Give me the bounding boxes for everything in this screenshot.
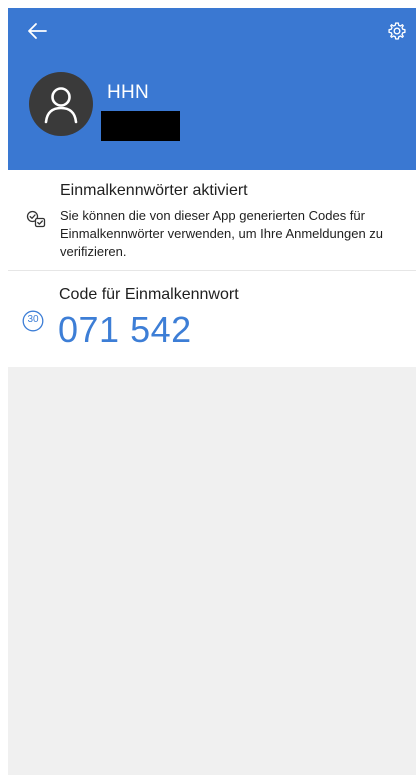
account-detail-screen: HHN Einmalkennwörter aktiviert Sie könne…	[0, 0, 416, 775]
account-username-redacted	[101, 111, 180, 141]
person-icon	[44, 87, 78, 124]
account-header: HHN	[8, 8, 416, 170]
gear-icon	[388, 22, 406, 40]
back-button[interactable]	[22, 18, 52, 44]
otp-code-section: 30 Code für Einmalkennwort 071 542	[8, 271, 416, 367]
otp-status-title: Einmalkennwörter aktiviert	[60, 182, 248, 199]
empty-content-area	[8, 367, 416, 775]
otp-code-value[interactable]: 071 542	[58, 309, 192, 351]
otp-status-section: Einmalkennwörter aktiviert Sie können di…	[8, 170, 416, 271]
verified-codes-icon	[26, 210, 46, 228]
arrow-left-icon	[28, 23, 47, 39]
settings-button[interactable]	[384, 18, 410, 44]
otp-code-label: Code für Einmalkennwort	[59, 286, 239, 303]
timer-seconds: 30	[27, 314, 39, 325]
avatar	[29, 72, 93, 136]
otp-status-description: Sie können die von dieser App generierte…	[60, 208, 384, 259]
account-name: HHN	[107, 82, 150, 103]
